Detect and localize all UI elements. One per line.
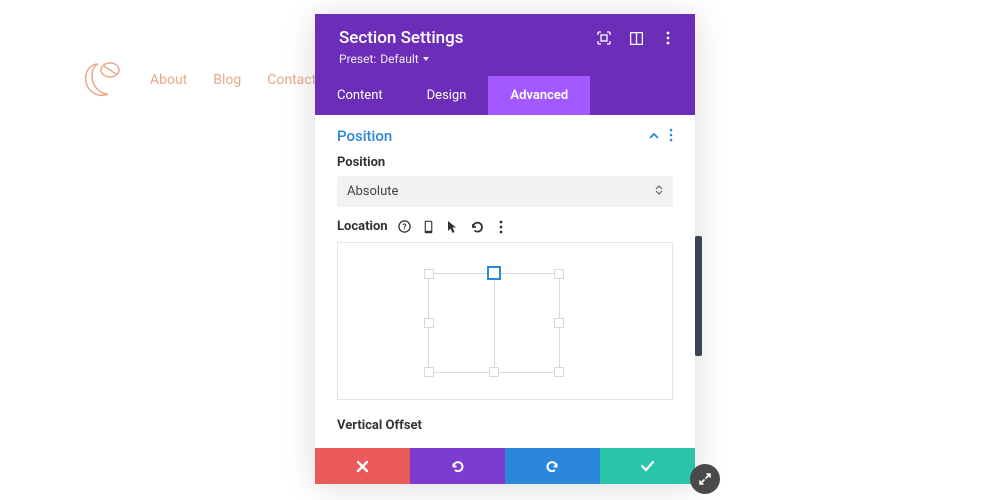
more-icon[interactable] [661,31,675,45]
handle-top-left[interactable] [424,269,434,279]
location-vline [494,274,495,372]
location-label: Location [337,219,388,234]
handle-bottom-left[interactable] [424,367,434,377]
preset-selector[interactable]: Preset: Default [339,52,675,66]
handle-mid-right[interactable] [554,318,564,328]
check-icon [640,460,655,472]
location-box[interactable] [337,242,673,400]
position-label: Position [337,155,673,170]
undo-button[interactable] [410,448,505,484]
handle-bottom-right[interactable] [554,367,564,377]
location-inner-rect [428,273,560,373]
snap-icon[interactable] [597,31,611,45]
page-nav: About Blog Contact [80,60,316,100]
svg-text:?: ? [403,222,407,231]
handle-bottom-center[interactable] [489,367,499,377]
columns-icon[interactable] [629,31,643,45]
chevron-up-icon[interactable] [649,131,659,141]
phone-icon[interactable] [422,220,436,234]
panel-header: Section Settings Preset: Default [315,14,695,76]
select-caret-icon [655,185,663,198]
help-icon[interactable]: ? [398,220,412,234]
tabs: Content Design Advanced [315,76,695,115]
panel-footer [315,448,695,484]
handle-top-center-selected[interactable] [487,266,501,280]
save-button[interactable] [600,448,695,484]
undo-icon [450,459,465,474]
nav-contact[interactable]: Contact [267,72,316,88]
tab-content[interactable]: Content [315,76,405,115]
expand-icon [698,472,712,486]
scrollbar[interactable] [695,236,702,356]
preset-value: Default [380,52,418,66]
close-icon [356,460,369,473]
vertical-offset-label: Vertical Offset [315,400,695,433]
handle-top-right[interactable] [554,269,564,279]
panel-title: Section Settings [339,28,464,48]
cancel-button[interactable] [315,448,410,484]
redo-button[interactable] [505,448,600,484]
location-row: Location ? [315,219,695,234]
position-field: Position Absolute [315,155,695,207]
position-select[interactable]: Absolute [337,176,673,207]
section-title: Position [337,127,392,145]
tab-advanced[interactable]: Advanced [488,76,590,115]
tab-design[interactable]: Design [405,76,489,115]
section-header: Position [315,115,695,155]
panel-body: Position Position Absolute Location ? [315,115,695,448]
position-value: Absolute [347,184,398,199]
handle-mid-left[interactable] [424,318,434,328]
cursor-icon[interactable] [446,220,460,234]
preset-label: Preset: [339,52,376,66]
nav-about[interactable]: About [150,72,187,88]
section-settings-panel: Section Settings Preset: Default Content… [315,14,695,484]
location-more-icon[interactable] [494,220,508,234]
redo-icon [545,459,560,474]
nav-blog[interactable]: Blog [213,72,241,88]
caret-down-icon [423,57,429,61]
logo-icon [80,60,124,100]
section-more-icon[interactable] [669,128,673,145]
expand-fab[interactable] [690,464,720,494]
undo-icon[interactable] [470,220,484,234]
